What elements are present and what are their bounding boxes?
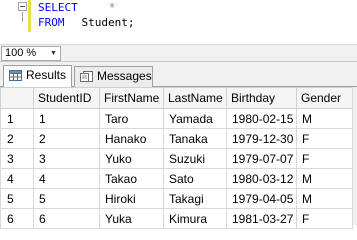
messages-icon — [80, 71, 93, 82]
table-row[interactable]: 1 1 Taro Yamada 1980-02-15 M — [0, 108, 353, 129]
cell-gender[interactable]: M — [296, 108, 353, 129]
row-number[interactable]: 1 — [0, 108, 34, 129]
cell-firstname[interactable]: Taro — [99, 108, 164, 129]
table-row[interactable]: 5 5 Hiroki Takagi 1979-04-05 M — [0, 188, 353, 209]
results-grid[interactable]: StudentID FirstName LastName Birthday Ge… — [0, 87, 357, 229]
collapse-icon[interactable] — [18, 2, 27, 11]
tab-messages-label: Messages — [97, 69, 152, 83]
cell-birthday[interactable]: 1980-02-15 — [226, 108, 297, 129]
cell-firstname[interactable]: Hanako — [99, 128, 164, 149]
cell-studentid[interactable]: 1 — [33, 108, 100, 129]
outline-guide — [22, 12, 23, 22]
select-all-corner[interactable] — [0, 87, 34, 109]
change-tracking-bar — [28, 0, 31, 32]
cell-gender[interactable]: M — [296, 168, 353, 189]
code-line-2[interactable]: FROM Student; — [38, 16, 134, 30]
cell-birthday[interactable]: 1979-12-30 — [226, 128, 297, 149]
keyword-select: SELECT — [38, 1, 78, 14]
table-row[interactable]: 6 6 Yuka Kimura 1981-03-27 F — [0, 208, 353, 229]
table-row[interactable]: 2 2 Hanako Tanaka 1979-12-30 F — [0, 128, 353, 149]
grid-icon — [9, 70, 22, 81]
cell-lastname[interactable]: Tanaka — [163, 128, 227, 149]
cell-studentid[interactable]: 6 — [33, 208, 100, 229]
table-row[interactable]: 3 3 Yuko Suzuki 1979-07-07 F — [0, 148, 353, 169]
header-row: StudentID FirstName LastName Birthday Ge… — [0, 87, 353, 109]
tab-messages[interactable]: Messages — [74, 66, 153, 87]
sql-editor[interactable]: SELECT * FROM Student; — [0, 0, 357, 44]
tab-results-label: Results — [26, 68, 67, 82]
column-header-lastname[interactable]: LastName — [163, 87, 227, 109]
cell-studentid[interactable]: 3 — [33, 148, 100, 169]
cell-studentid[interactable]: 5 — [33, 188, 100, 209]
cell-gender[interactable]: M — [296, 188, 353, 209]
cell-birthday[interactable]: 1980-03-12 — [226, 168, 297, 189]
cell-lastname[interactable]: Kimura — [163, 208, 227, 229]
results-tabbar: Results Messages — [0, 62, 357, 87]
cell-birthday[interactable]: 1979-04-05 — [226, 188, 297, 209]
vertical-scrollbar[interactable] — [352, 87, 357, 225]
zoom-value: 100 % — [5, 47, 37, 59]
zoom-strip: 100 % ▼ — [0, 44, 357, 62]
row-number[interactable]: 2 — [0, 128, 34, 149]
editor-gutter — [0, 0, 27, 44]
column-header-firstname[interactable]: FirstName — [99, 87, 164, 109]
cell-gender[interactable]: F — [296, 208, 353, 229]
table-name: Student; — [81, 16, 135, 29]
cell-birthday[interactable]: 1979-07-07 — [226, 148, 297, 169]
cell-lastname[interactable]: Yamada — [163, 108, 227, 129]
row-number[interactable]: 6 — [0, 208, 34, 229]
cell-lastname[interactable]: Sato — [163, 168, 227, 189]
cell-gender[interactable]: F — [296, 148, 353, 169]
row-number[interactable]: 5 — [0, 188, 34, 209]
row-number[interactable]: 4 — [0, 168, 34, 189]
cell-gender[interactable]: F — [296, 128, 353, 149]
cell-studentid[interactable]: 2 — [33, 128, 100, 149]
column-header-gender[interactable]: Gender — [296, 87, 353, 109]
tab-results[interactable]: Results — [3, 65, 72, 87]
cell-birthday[interactable]: 1981-03-27 — [226, 208, 297, 229]
cell-firstname[interactable]: Yuka — [99, 208, 164, 229]
cell-firstname[interactable]: Hiroki — [99, 188, 164, 209]
row-number[interactable]: 3 — [0, 148, 34, 169]
chevron-down-icon[interactable]: ▼ — [48, 47, 59, 60]
cell-studentid[interactable]: 4 — [33, 168, 100, 189]
table-row[interactable]: 4 4 Takao Sato 1980-03-12 M — [0, 168, 353, 189]
results-table: StudentID FirstName LastName Birthday Ge… — [0, 87, 353, 229]
column-header-birthday[interactable]: Birthday — [226, 87, 297, 109]
cell-lastname[interactable]: Takagi — [163, 188, 227, 209]
keyword-from: FROM — [38, 16, 65, 29]
zoom-combobox[interactable]: 100 % ▼ — [1, 46, 61, 61]
cell-firstname[interactable]: Takao — [99, 168, 164, 189]
column-header-studentid[interactable]: StudentID — [33, 87, 100, 109]
cell-firstname[interactable]: Yuko — [99, 148, 164, 169]
code-line-1[interactable]: SELECT * — [38, 1, 115, 15]
operator-star: * — [108, 1, 116, 14]
cell-lastname[interactable]: Suzuki — [163, 148, 227, 169]
